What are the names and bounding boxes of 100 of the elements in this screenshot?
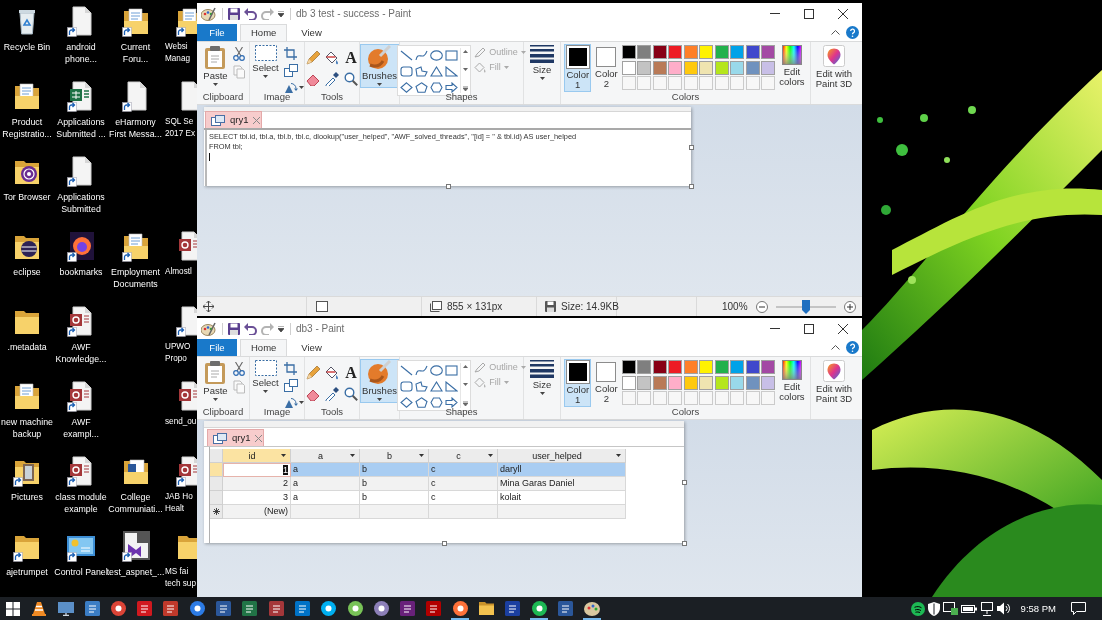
ribbon-tab[interactable]: View <box>290 339 333 356</box>
round-app-icon[interactable] <box>110 601 126 616</box>
eyedropper-icon[interactable] <box>325 72 339 86</box>
rounded-rectangle-icon[interactable] <box>400 66 414 77</box>
round-app-icon[interactable] <box>321 601 337 616</box>
maximize-icon[interactable] <box>804 323 814 334</box>
icon-label[interactable]: Product Registratio... <box>2 116 52 140</box>
icon-label[interactable]: send_ou <box>165 416 197 428</box>
cut-icon[interactable] <box>232 362 245 376</box>
close-icon[interactable] <box>838 323 848 334</box>
right-triangle-icon[interactable] <box>445 381 459 392</box>
rotate-icon[interactable] <box>283 396 298 409</box>
palette-swatch[interactable] <box>621 45 636 59</box>
column-header[interactable]: a <box>291 449 360 463</box>
palette-swatch[interactable] <box>714 375 729 390</box>
table-row[interactable]: (New) <box>210 505 626 519</box>
palette-swatch[interactable] <box>683 375 698 390</box>
eyedropper-icon[interactable] <box>325 387 339 401</box>
document-icon[interactable] <box>121 80 150 112</box>
oval-icon[interactable] <box>430 365 444 376</box>
palette-swatch[interactable] <box>637 45 652 59</box>
paste-button[interactable]: Paste <box>201 359 230 403</box>
round-app-icon[interactable] <box>531 601 547 616</box>
palette-swatch[interactable] <box>699 45 714 59</box>
palette-swatch[interactable] <box>652 60 667 75</box>
palette-swatch[interactable] <box>621 60 636 75</box>
palette-swatch[interactable] <box>761 360 776 374</box>
diamond-icon[interactable] <box>400 82 414 93</box>
oval-icon[interactable] <box>430 50 444 61</box>
color-slot-button[interactable]: Color 2 <box>593 359 620 406</box>
scroll-down-icon[interactable] <box>463 68 469 71</box>
round-app-icon[interactable] <box>189 601 205 616</box>
app-tile-icon[interactable] <box>426 601 442 616</box>
palette-swatch[interactable] <box>714 45 729 59</box>
notification-icon[interactable] <box>1071 601 1086 616</box>
ribbon-tab[interactable]: Home <box>240 339 288 356</box>
palette-swatch[interactable] <box>745 360 760 374</box>
undo-icon[interactable] <box>244 7 257 20</box>
table-row[interactable]: 1 a b c daryll <box>210 463 626 477</box>
palette-swatch[interactable] <box>668 60 683 75</box>
zoom-in-icon[interactable] <box>843 300 856 313</box>
undo-icon[interactable] <box>244 322 257 335</box>
shield-icon[interactable] <box>927 601 940 616</box>
paint-3d-button[interactable]: Edit with Paint 3D <box>813 359 855 406</box>
caret-icon[interactable] <box>263 75 268 78</box>
close-icon[interactable] <box>838 8 848 19</box>
document-tab[interactable]: qry1 <box>207 429 264 446</box>
cut-icon[interactable] <box>232 47 245 61</box>
icon-label[interactable]: Almostl <box>165 266 192 278</box>
app-tile-icon[interactable] <box>242 601 258 616</box>
help-icon[interactable] <box>846 341 859 354</box>
hexagon-icon[interactable] <box>430 397 444 408</box>
palette-swatch[interactable] <box>652 360 667 374</box>
palette-swatch[interactable] <box>637 60 652 75</box>
crop-icon[interactable] <box>283 362 297 375</box>
icon-label[interactable]: eHarmony First Messa... <box>109 116 162 140</box>
expand-icon[interactable] <box>463 401 469 406</box>
app-tile-icon[interactable] <box>294 601 310 616</box>
caret-icon[interactable] <box>488 454 493 457</box>
file-menu-button[interactable]: File <box>197 339 237 356</box>
palette-swatch[interactable] <box>761 375 776 390</box>
round-logo-icon[interactable] <box>67 230 95 262</box>
icon-label[interactable]: Current Foru... <box>120 41 151 65</box>
caret-icon[interactable] <box>419 454 424 457</box>
color-slot-button[interactable]: Color 1 <box>564 44 592 92</box>
zoom-out-icon[interactable] <box>755 300 768 313</box>
line-width-icon[interactable] <box>530 45 554 63</box>
droplet-icon[interactable] <box>823 360 845 382</box>
help-icon[interactable] <box>846 26 859 39</box>
round-app-icon[interactable] <box>452 601 468 616</box>
paste-button[interactable]: Paste <box>201 44 230 88</box>
caret-icon[interactable] <box>298 401 304 404</box>
document-folder-icon[interactable] <box>13 80 41 112</box>
monitor-icon[interactable] <box>57 601 74 616</box>
document-icon[interactable] <box>67 5 95 37</box>
brushes-button[interactable]: Brushes <box>360 44 399 88</box>
size-button[interactable]: Size <box>528 359 556 397</box>
curve-icon[interactable] <box>415 50 429 61</box>
badged-document-icon[interactable] <box>67 380 95 412</box>
icon-label[interactable]: UPWO Propo <box>165 341 191 365</box>
resize-handle[interactable] <box>689 144 694 150</box>
caret-icon[interactable] <box>539 77 545 80</box>
collapse-icon[interactable] <box>831 345 840 350</box>
caret-icon[interactable] <box>616 454 621 457</box>
column-header[interactable]: b <box>360 449 429 463</box>
icon-label[interactable]: Applications Submitted ... <box>56 116 106 140</box>
palette-swatch[interactable] <box>652 45 667 59</box>
scroll-up-icon[interactable] <box>463 50 469 53</box>
palette-swatch[interactable] <box>637 375 652 390</box>
app-tile-icon[interactable] <box>163 601 179 616</box>
icon-label[interactable]: test_aspnet_... <box>106 566 165 578</box>
round-app-icon[interactable] <box>373 601 389 616</box>
text-tool[interactable]: A <box>345 50 357 65</box>
right-triangle-icon[interactable] <box>445 66 459 77</box>
battery-icon[interactable] <box>960 604 977 613</box>
palette-swatch[interactable] <box>699 375 714 390</box>
palette-swatch[interactable] <box>621 375 636 390</box>
column-header[interactable]: c <box>429 449 498 463</box>
color-slot-button[interactable]: Color 2 <box>593 44 620 91</box>
caret-icon[interactable] <box>350 454 355 457</box>
